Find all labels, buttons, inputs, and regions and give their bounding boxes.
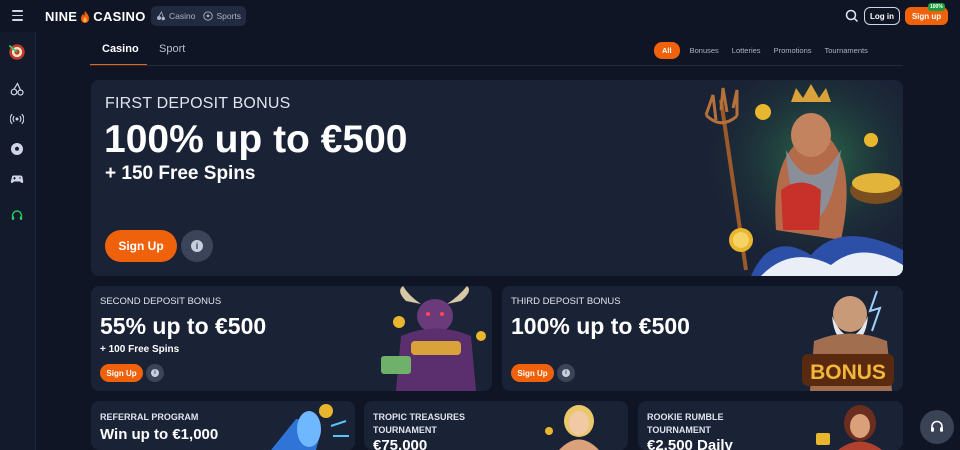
logo-text-nine: NINE bbox=[45, 9, 78, 24]
hero-signup-button[interactable]: Sign Up bbox=[105, 230, 177, 262]
zeus-bonus-illustration: BONUS bbox=[802, 290, 894, 391]
card-eyebrow-line: TROPIC TREASURES bbox=[373, 412, 466, 422]
sports-mode-button[interactable]: Sports bbox=[203, 11, 241, 21]
info-icon: i bbox=[151, 369, 159, 377]
soccer-ball-icon bbox=[11, 143, 23, 155]
tab-casino[interactable]: Casino bbox=[102, 43, 139, 55]
card-signup-button[interactable]: Sign Up bbox=[100, 364, 143, 382]
sidebar-item-sports[interactable] bbox=[8, 140, 26, 158]
hero-info-button[interactable]: i bbox=[181, 230, 213, 262]
card-title: €2,500 Daily bbox=[647, 437, 733, 450]
sidebar-item-esports[interactable] bbox=[8, 170, 26, 188]
sidebar-item-support[interactable] bbox=[8, 207, 26, 225]
login-button[interactable]: Log in bbox=[864, 7, 900, 25]
filter-lotteries[interactable]: Lotteries bbox=[732, 46, 761, 55]
card-signup-button[interactable]: Sign Up bbox=[511, 364, 554, 382]
headset-icon bbox=[931, 420, 943, 432]
card-subtitle: + 100 Free Spins bbox=[100, 344, 180, 355]
soccer-ball-icon bbox=[203, 11, 214, 21]
treasure-girl-illustration bbox=[545, 405, 599, 450]
card-title: Win up to €1,000 bbox=[100, 426, 219, 443]
poseidon-illustration bbox=[691, 80, 903, 276]
cherries-icon bbox=[10, 82, 24, 96]
info-icon: i bbox=[562, 369, 570, 377]
card-title: €75,000 bbox=[373, 437, 428, 450]
signup-bonus-badge: 100% bbox=[928, 3, 945, 11]
sidebar-item-casino[interactable] bbox=[8, 80, 26, 98]
cherries-icon bbox=[157, 11, 165, 21]
dartboard-icon bbox=[8, 44, 25, 60]
logo-text-casino: CASINO bbox=[93, 9, 146, 24]
bonus-art-text: BONUS bbox=[810, 361, 886, 384]
megaphone-illustration bbox=[271, 404, 349, 450]
top-bar: NINE CASINO Casino Sports Log in Sign up… bbox=[0, 0, 960, 32]
card-eyebrow-line: ROOKIE RUMBLE bbox=[647, 412, 724, 422]
tropic-treasures-tournament-card[interactable]: TROPIC TREASURES TOURNAMENT €75,000 bbox=[364, 401, 628, 450]
hamburger-menu-button[interactable] bbox=[8, 7, 26, 25]
card-eyebrow-line: TOURNAMENT bbox=[373, 425, 437, 435]
card-info-button[interactable]: i bbox=[557, 364, 575, 382]
search-icon[interactable] bbox=[844, 8, 860, 24]
filter-promotions[interactable]: Promotions bbox=[774, 46, 812, 55]
sports-mode-label: Sports bbox=[216, 11, 242, 21]
card-title: 100% up to €500 bbox=[511, 313, 690, 339]
woman-illustration bbox=[816, 405, 882, 450]
live-broadcast-icon bbox=[10, 113, 24, 125]
hero-title: 100% up to €500 bbox=[104, 118, 408, 161]
sidebar-item-promotions[interactable] bbox=[8, 43, 26, 61]
promo-filters: All Bonuses Lotteries Promotions Tournam… bbox=[654, 41, 881, 59]
hero-subtitle: + 150 Free Spins bbox=[105, 163, 256, 184]
live-chat-button[interactable] bbox=[920, 410, 954, 444]
card-eyebrow: TROPIC TREASURES TOURNAMENT bbox=[373, 411, 465, 437]
rookie-rumble-tournament-card[interactable]: ROOKIE RUMBLE TOURNAMENT €2,500 Daily bbox=[638, 401, 903, 450]
info-icon: i bbox=[191, 240, 203, 252]
third-deposit-bonus-card: THIRD DEPOSIT BONUS 100% up to €500 Sign… bbox=[502, 286, 903, 391]
gamepad-icon bbox=[10, 175, 24, 183]
card-eyebrow-line: TOURNAMENT bbox=[647, 425, 711, 435]
casino-mode-label: Casino bbox=[169, 11, 196, 21]
casino-sports-switch: Casino Sports bbox=[151, 6, 247, 26]
card-info-button[interactable]: i bbox=[146, 364, 164, 382]
filter-bonuses[interactable]: Bonuses bbox=[690, 46, 719, 55]
referral-program-card[interactable]: REFERRAL PROGRAM Win up to €1,000 bbox=[91, 401, 355, 450]
card-eyebrow: ROOKIE RUMBLE TOURNAMENT bbox=[647, 411, 724, 437]
support-headset-icon bbox=[11, 210, 23, 220]
first-deposit-bonus-banner: FIRST DEPOSIT BONUS 100% up to €500 + 15… bbox=[91, 80, 903, 276]
filter-all[interactable]: All bbox=[654, 41, 680, 59]
card-eyebrow: REFERRAL PROGRAM bbox=[100, 412, 199, 422]
card-eyebrow: SECOND DEPOSIT BONUS bbox=[100, 296, 222, 307]
card-eyebrow: THIRD DEPOSIT BONUS bbox=[511, 296, 621, 307]
tab-sport[interactable]: Sport bbox=[159, 43, 185, 55]
sidebar bbox=[0, 32, 36, 450]
casino-mode-button[interactable]: Casino bbox=[156, 11, 195, 21]
filter-tournaments[interactable]: Tournaments bbox=[825, 46, 868, 55]
logo[interactable]: NINE CASINO bbox=[45, 9, 146, 24]
tabs-divider bbox=[90, 65, 903, 66]
hero-eyebrow: FIRST DEPOSIT BONUS bbox=[105, 95, 291, 112]
flame-logo-icon bbox=[81, 10, 90, 23]
minotaur-illustration bbox=[381, 286, 486, 391]
second-deposit-bonus-card: SECOND DEPOSIT BONUS 55% up to €500 + 10… bbox=[91, 286, 492, 391]
card-title: 55% up to €500 bbox=[100, 313, 267, 339]
sidebar-item-live[interactable] bbox=[8, 110, 26, 128]
